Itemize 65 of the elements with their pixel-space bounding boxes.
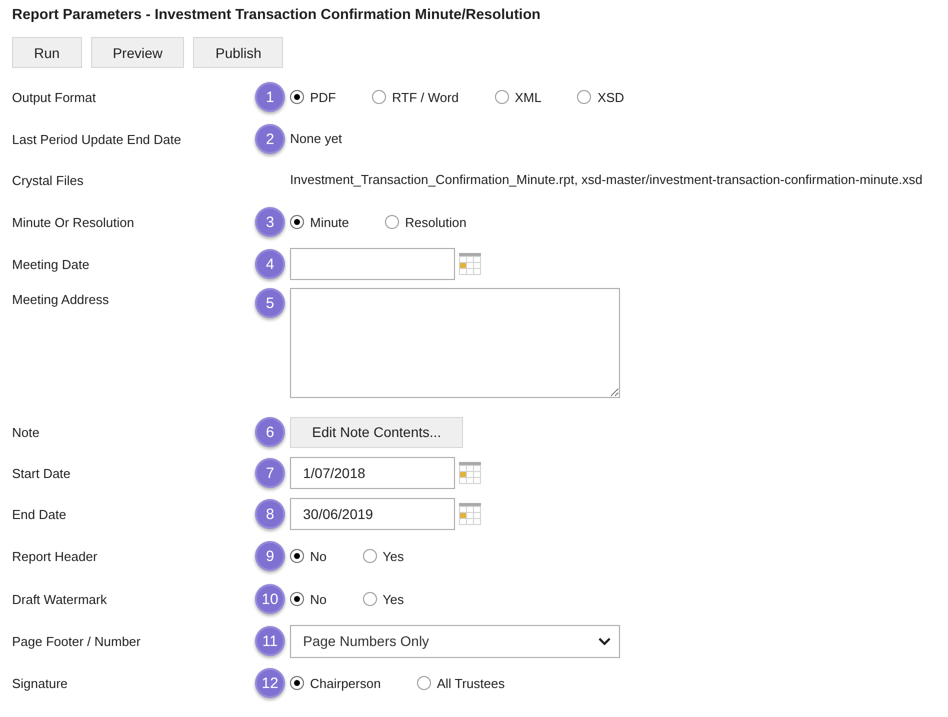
radio-button[interactable] bbox=[385, 215, 400, 229]
radio-button[interactable] bbox=[372, 90, 386, 104]
radio-option[interactable]: Chairperson bbox=[290, 676, 381, 690]
radio-button[interactable] bbox=[362, 592, 377, 606]
number-badge: 11 bbox=[255, 626, 285, 656]
radio-option[interactable]: XML bbox=[494, 90, 542, 104]
number-badge: 8 bbox=[255, 499, 285, 529]
radio-option[interactable]: Minute bbox=[290, 214, 350, 230]
radio-button[interactable] bbox=[290, 215, 304, 229]
toolbar-button[interactable]: Run bbox=[12, 37, 82, 68]
page-title: Report Parameters - Investment Transaction Confirmation Minute/Resolution bbox=[12, 6, 542, 24]
radio-option[interactable]: Resolution bbox=[385, 214, 466, 230]
number-badge: 3 bbox=[255, 207, 285, 237]
field-value: None yet bbox=[290, 131, 342, 146]
field-label: Signature bbox=[12, 676, 69, 690]
field-label: Crystal Files bbox=[12, 172, 85, 188]
field-label: Note bbox=[12, 424, 40, 440]
number-badge: 1 bbox=[255, 82, 285, 112]
field-label: Start Date bbox=[12, 466, 72, 480]
date-field[interactable]: 30/06/2019 bbox=[290, 498, 455, 530]
dropdown[interactable]: Page Numbers Only bbox=[290, 624, 620, 658]
text-area[interactable] bbox=[290, 288, 620, 398]
field-value: Investment_Transaction_Confirmation_Minute.rpt, xsd-master/investment-transaction-confirmation-minute.xsd bbox=[290, 172, 922, 187]
field-label: Last Period Update End Date bbox=[12, 132, 182, 146]
number-badge: 9 bbox=[255, 541, 285, 571]
field-label: Output Format bbox=[12, 90, 97, 104]
calendar-icon[interactable] bbox=[459, 462, 481, 484]
number-badge: 2 bbox=[255, 124, 285, 154]
number-badge: 6 bbox=[255, 417, 285, 447]
radio-option[interactable]: Yes bbox=[362, 548, 404, 564]
radio-option[interactable]: PDF bbox=[290, 90, 336, 104]
radio-option[interactable]: No bbox=[290, 548, 327, 564]
chevron-down-icon bbox=[598, 636, 611, 646]
radio-button[interactable] bbox=[290, 90, 304, 104]
radio-button[interactable] bbox=[290, 592, 304, 606]
radio-button[interactable] bbox=[416, 676, 431, 690]
radio-option[interactable]: XSD bbox=[577, 90, 624, 104]
number-badge: 12 bbox=[255, 668, 285, 698]
field-label: Minute Or Resolution bbox=[12, 214, 136, 230]
toolbar-button[interactable]: Publish bbox=[193, 37, 284, 68]
field-label: Page Footer / Number bbox=[12, 634, 142, 648]
date-field[interactable]: 1/07/2018 bbox=[290, 457, 455, 489]
radio-button[interactable] bbox=[577, 90, 592, 104]
calendar-icon[interactable] bbox=[459, 253, 481, 275]
number-badge: 5 bbox=[255, 288, 285, 318]
toolbar-button[interactable]: Preview bbox=[90, 37, 184, 68]
field-label: Draft Watermark bbox=[12, 592, 108, 606]
radio-option[interactable]: All Trustees bbox=[416, 676, 505, 690]
radio-option[interactable]: RTF / Word bbox=[372, 90, 459, 104]
calendar-icon[interactable] bbox=[459, 503, 481, 525]
radio-button[interactable] bbox=[290, 549, 304, 563]
radio-button[interactable] bbox=[290, 676, 304, 690]
field-label: Report Header bbox=[12, 548, 98, 564]
radio-option[interactable]: Yes bbox=[362, 592, 404, 606]
number-badge: 10 bbox=[255, 584, 285, 614]
radio-option[interactable]: No bbox=[290, 592, 327, 606]
date-field[interactable] bbox=[290, 248, 455, 280]
number-badge: 7 bbox=[255, 458, 285, 488]
number-badge: 4 bbox=[255, 249, 285, 279]
radio-button[interactable] bbox=[362, 549, 377, 563]
field-label: End Date bbox=[12, 506, 68, 522]
field-label: Meeting Date bbox=[12, 256, 90, 272]
radio-button[interactable] bbox=[494, 90, 509, 104]
field-label: Meeting Address bbox=[12, 292, 110, 307]
edit-button[interactable]: Edit Note Contents... bbox=[290, 416, 464, 448]
